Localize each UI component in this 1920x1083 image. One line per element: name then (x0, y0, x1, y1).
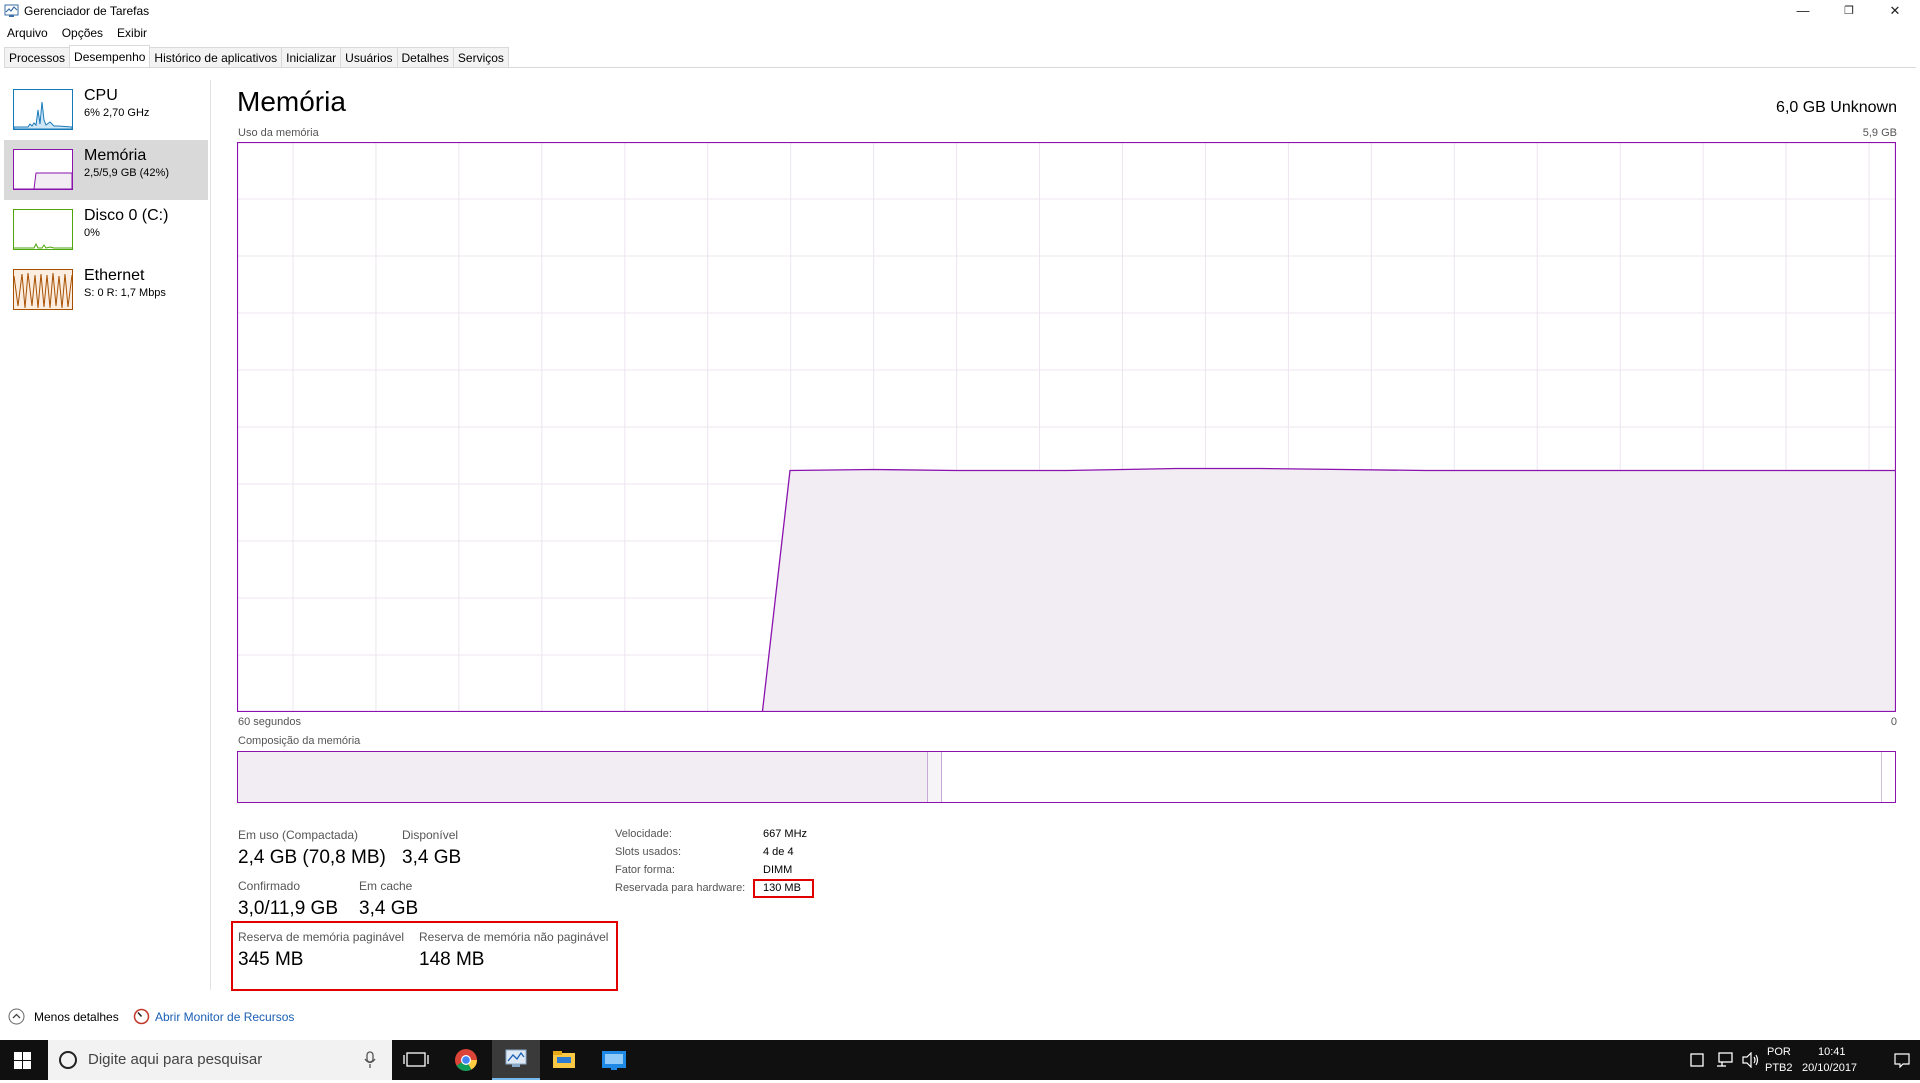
input-layout[interactable]: PTB2 (1765, 1062, 1793, 1074)
slots-label: Slots usados: (615, 846, 682, 858)
usage-chart-label: Uso da memória (238, 127, 319, 139)
volume-icon[interactable] (1742, 1052, 1760, 1068)
sidebar-item-disco[interactable]: Disco 0 (C:) 0% (4, 200, 208, 260)
fator-label: Fator forma: (615, 864, 675, 876)
microphone-icon[interactable] (364, 1051, 376, 1069)
composition-modified (928, 752, 942, 802)
sidebar-item-label: Memória (84, 147, 147, 164)
network-icon[interactable] (1716, 1052, 1734, 1068)
chart-time-end: 0 (1890, 716, 1897, 728)
tab-usuarios[interactable]: Usuários (340, 47, 398, 67)
confirmado-value: 3,0/11,9 GB (238, 898, 338, 919)
sidebar-item-ethernet[interactable]: Ethernet S: 0 R: 1,7 Mbps (4, 260, 208, 320)
memory-usage-chart (237, 142, 1896, 712)
menu-opcoes[interactable]: Opções (55, 24, 110, 42)
cpu-thumbnail-graph (13, 89, 73, 130)
em-cache-value: 3,4 GB (359, 898, 419, 919)
menu-arquivo[interactable]: Arquivo (0, 24, 55, 42)
task-manager-icon (4, 4, 19, 17)
em-cache-label: Em cache (359, 879, 413, 893)
sidebar-item-cpu[interactable]: CPU 6% 2,70 GHz (4, 80, 208, 140)
confirmado-label: Confirmado (238, 879, 301, 893)
search-placeholder: Digite aqui para pesquisar (88, 1051, 263, 1068)
windows-start-icon[interactable] (14, 1052, 31, 1069)
em-uso-value: 2,4 GB (70,8 MB) (238, 847, 386, 868)
page-title: Memória (237, 86, 346, 117)
tab-strip: Processos Desempenho Histórico de aplica… (4, 45, 1916, 68)
tab-processos[interactable]: Processos (4, 47, 71, 67)
sidebar-item-label: Ethernet (84, 267, 145, 284)
clock-date[interactable]: 20/10/2017 (1802, 1062, 1857, 1074)
tab-desempenho[interactable]: Desempenho (69, 45, 151, 67)
resource-monitor-icon (133, 1008, 150, 1025)
sidebar-item-label: Disco 0 (C:) (84, 207, 169, 224)
task-view-icon[interactable] (392, 1040, 440, 1080)
composition-in-use (238, 752, 928, 802)
minimize-button[interactable]: — (1780, 0, 1826, 22)
disponivel-value: 3,4 GB (402, 847, 462, 868)
menos-detalhes-link[interactable]: Menos detalhes (34, 1010, 119, 1024)
composition-label: Composição da memória (238, 735, 361, 747)
sidebar-item-memoria[interactable]: Memória 2,5/5,9 GB (42%) (4, 140, 208, 200)
cortana-icon (59, 1051, 77, 1069)
window-title: Gerenciador de Tarefas (24, 4, 150, 18)
slots-value: 4 de 4 (763, 846, 794, 858)
composition-standby (942, 752, 1882, 802)
notification-square-icon[interactable] (1690, 1053, 1704, 1067)
task-manager-window: Gerenciador de Tarefas — ❐ ✕ Arquivo Opç… (0, 0, 1920, 1040)
file-explorer-icon[interactable] (540, 1040, 588, 1080)
menu-exibir[interactable]: Exibir (110, 24, 154, 42)
input-language[interactable]: POR (1767, 1046, 1791, 1058)
menu-bar: Arquivo Opções Exibir (0, 24, 154, 42)
close-button[interactable]: ✕ (1872, 0, 1918, 22)
tab-servicos[interactable]: Serviços (452, 47, 509, 67)
usage-area-fill (237, 468, 1896, 712)
usage-chart-max: 5,9 GB (1862, 127, 1897, 139)
task-manager-taskbar-icon (505, 1049, 527, 1067)
title-bar: Gerenciador de Tarefas — ❐ ✕ (0, 0, 1920, 22)
remote-desktop-icon[interactable] (590, 1040, 638, 1080)
em-uso-label: Em uso (Compactada) (238, 828, 359, 842)
disponivel-label: Disponível (402, 828, 459, 842)
sidebar-item-value: S: 0 R: 1,7 Mbps (84, 287, 166, 299)
chart-time-label: 60 segundos (238, 716, 301, 728)
tab-detalhes[interactable]: Detalhes (396, 47, 454, 67)
taskbar: Digite aqui para pesquisar POR PTB2 10:4… (0, 1040, 1920, 1080)
task-manager-taskbar-button[interactable] (492, 1040, 540, 1080)
sidebar-item-value: 6% 2,70 GHz (84, 107, 150, 119)
tab-historico[interactable]: Histórico de aplicativos (149, 47, 283, 67)
maximize-button[interactable]: ❐ (1826, 0, 1872, 22)
highlight-box-pools (231, 921, 618, 991)
memory-total: 6,0 GB Unknown (1776, 99, 1897, 116)
resource-sidebar: CPU 6% 2,70 GHz Memória 2,5/5,9 GB (42%)… (0, 80, 211, 990)
abrir-monitor-link[interactable]: Abrir Monitor de Recursos (155, 1010, 294, 1024)
fator-value: DIMM (763, 864, 793, 876)
sidebar-item-value: 2,5/5,9 GB (42%) (84, 167, 169, 179)
footer-links: Menos detalhes Abrir Monitor de Recursos (0, 1005, 400, 1029)
ethernet-thumbnail-graph (13, 269, 73, 310)
action-center-icon[interactable] (1894, 1052, 1910, 1068)
disk-thumbnail-graph (13, 209, 73, 250)
sidebar-item-label: CPU (84, 87, 118, 104)
velocidade-value: 667 MHz (763, 828, 808, 840)
highlight-box-reserved (753, 879, 814, 898)
chevron-up-icon[interactable] (8, 1008, 25, 1025)
memory-thumbnail-graph (13, 149, 73, 190)
tab-inicializar[interactable]: Inicializar (281, 47, 342, 67)
velocidade-label: Velocidade: (615, 828, 672, 840)
sidebar-item-value: 0% (84, 227, 100, 239)
chrome-icon[interactable] (442, 1040, 490, 1080)
memory-composition-bar (237, 751, 1896, 803)
clock-time[interactable]: 10:41 (1818, 1046, 1846, 1058)
search-box[interactable]: Digite aqui para pesquisar (48, 1040, 392, 1080)
reservada-label: Reservada para hardware: (615, 882, 746, 894)
